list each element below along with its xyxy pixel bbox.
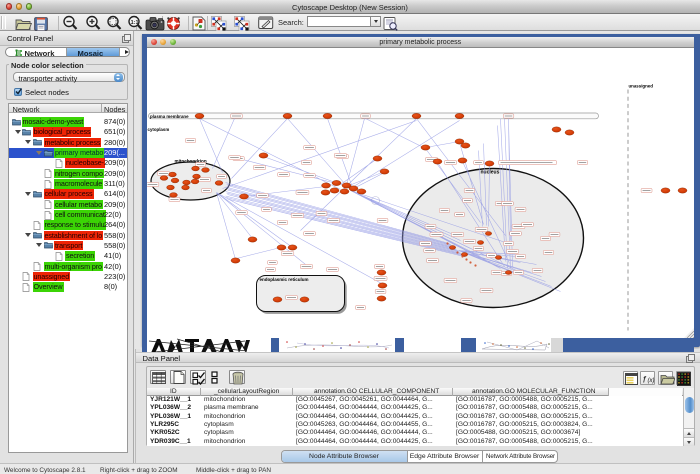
svg-text:unassigned: unassigned: [628, 84, 653, 89]
svg-text:cytoplasm: cytoplasm: [147, 127, 169, 132]
svg-text:nucleus: nucleus: [480, 170, 499, 176]
svg-text:(x): (x): [648, 378, 655, 384]
svg-text:f: f: [643, 374, 647, 384]
svg-text:endoplasmic reticulum: endoplasmic reticulum: [259, 277, 308, 282]
svg-text:plasma membrane: plasma membrane: [150, 114, 189, 119]
svg-text:1:1: 1:1: [131, 20, 139, 26]
